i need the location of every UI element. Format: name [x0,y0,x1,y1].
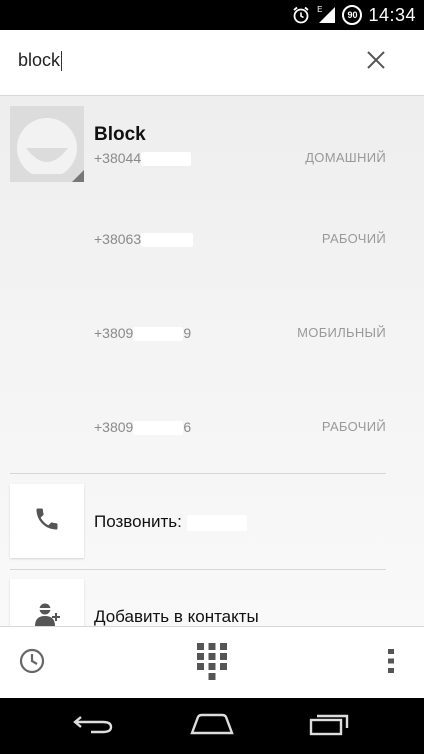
call-icon-box [10,484,84,558]
back-button[interactable] [54,698,134,754]
add-contact-icon-box [10,579,84,626]
call-number-row[interactable]: Позвонить: [10,484,386,560]
phone-icon [33,505,61,538]
phone-type: ДОМАШНИЙ [305,150,386,165]
navigation-bar [0,698,424,754]
phone-number: +38044 [94,150,192,167]
avatar[interactable] [10,106,84,182]
phone-type: РАБОЧИЙ [321,231,386,246]
battery-icon: 90 [342,5,363,25]
phone-number: +3809 6 [94,419,192,436]
search-results: Block +38044 ДОМАШНИЙ +38063 РАБОЧИЙ +38… [0,96,424,626]
clear-search-button[interactable] [364,50,388,74]
search-input[interactable]: block [18,50,318,76]
dialpad-icon [195,641,229,686]
back-icon [73,713,115,740]
recents-icon [309,712,351,741]
phone-number: +38063 [94,231,194,248]
status-time: 14:34 [368,4,416,25]
phone-row[interactable]: +3809 9 МОБИЛЬНЫЙ [94,321,386,345]
phone-number: +3809 9 [94,325,192,342]
text-caret [61,51,63,72]
add-person-icon [32,599,62,627]
avatar-corner-indicator [72,170,84,182]
clock-icon [18,647,46,680]
phone-type: МОБИЛЬНЫЙ [297,325,386,340]
call-history-button[interactable] [10,627,54,699]
bottom-toolbar [0,626,424,698]
home-button[interactable] [172,698,252,754]
alarm-icon [291,5,311,25]
battery-level: 90 [347,10,358,20]
search-query: block [18,50,61,70]
status-bar: E 90 14:34 [0,0,424,30]
close-icon [365,49,387,76]
call-label: Позвонить: [94,512,247,532]
add-contact-label: Добавить в контакты [94,607,259,626]
contact-name: Block [94,124,146,145]
phone-type: РАБОЧИЙ [321,419,386,434]
contact-card: Block +38044 ДОМАШНИЙ +38063 РАБОЧИЙ +38… [10,106,386,474]
overflow-menu-icon [387,648,395,679]
add-to-contacts-row[interactable]: Добавить в контакты [10,579,386,626]
overflow-menu-button[interactable] [374,627,408,699]
divider [10,569,386,570]
phone-row[interactable]: +3809 6 РАБОЧИЙ [94,415,386,439]
search-bar: block [0,30,424,96]
dialpad-button[interactable] [182,627,242,699]
home-icon [190,713,234,740]
recent-apps-button[interactable] [290,698,370,754]
phone-row[interactable]: +38063 РАБОЧИЙ [94,227,386,251]
phone-row[interactable]: +38044 ДОМАШНИЙ [94,146,386,170]
network-type-label: E [317,4,323,14]
status-icons: E 90 14:34 [291,0,416,30]
divider [10,473,386,474]
signal-icon: E [317,4,336,24]
